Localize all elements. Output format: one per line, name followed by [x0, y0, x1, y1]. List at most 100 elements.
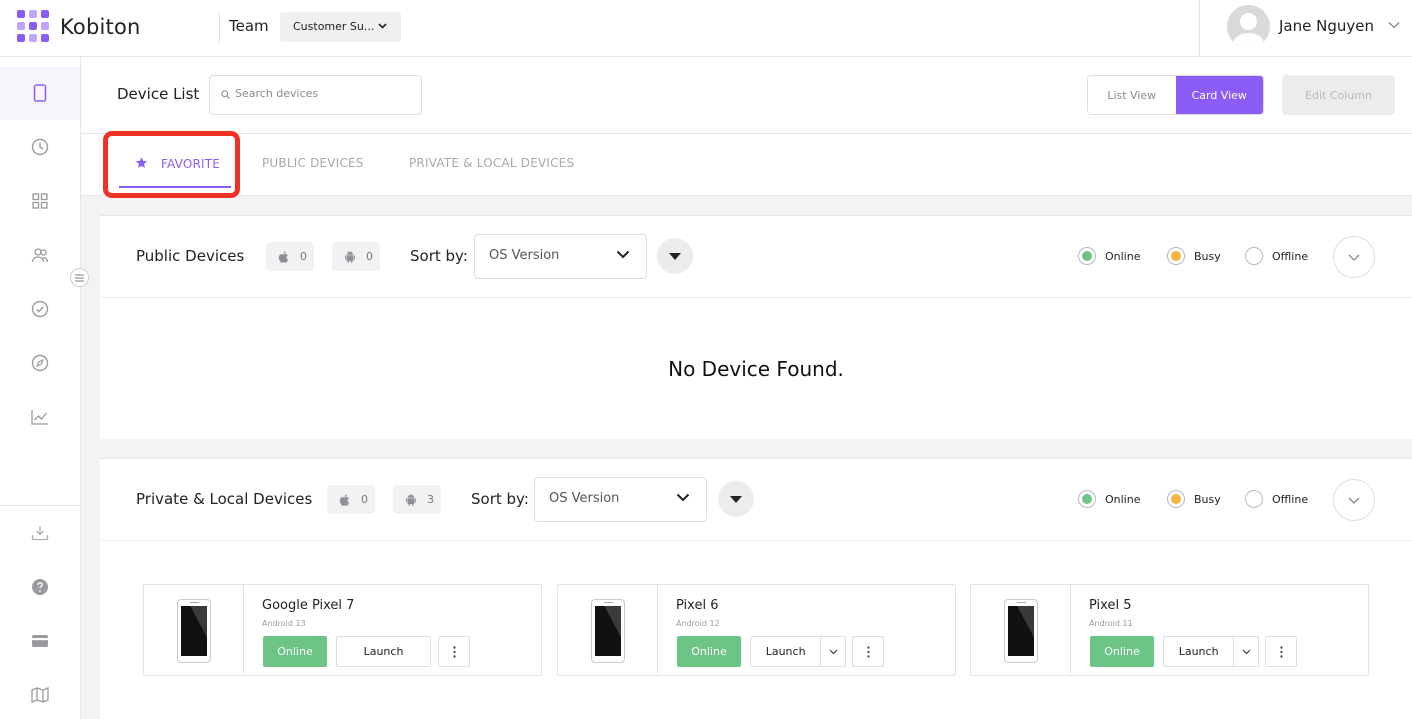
search-box[interactable] — [209, 75, 422, 115]
status-badge: Online — [677, 636, 741, 667]
launch-button[interactable]: Launch — [336, 636, 431, 667]
apple-icon — [339, 493, 350, 506]
tab-private-local-devices[interactable]: PRIVATE & LOCAL DEVICES — [409, 156, 574, 170]
ios-count-chip: 0 — [266, 242, 314, 271]
sidebar-item-devices[interactable] — [0, 66, 80, 120]
sort-label: Sort by: — [410, 247, 468, 265]
launch-dropdown[interactable] — [820, 637, 845, 666]
more-options-button[interactable] — [1265, 636, 1297, 667]
team-label: Team — [229, 17, 269, 35]
sidebar-item-apps[interactable] — [0, 174, 80, 228]
chevron-down-icon[interactable] — [1388, 21, 1400, 29]
launch-button[interactable]: Launch — [1163, 636, 1259, 667]
device-thumbnail — [971, 585, 1071, 675]
card-view-button[interactable]: Card View — [1175, 76, 1263, 114]
search-input[interactable] — [235, 87, 415, 100]
top-bar: Kobiton Team Customer Su... Jane Nguyen — [0, 0, 1412, 57]
sidebar — [0, 57, 81, 719]
sort-value: OS Version — [489, 248, 560, 263]
device-name: Google Pixel 7 — [262, 598, 355, 613]
device-list-toolbar: Device List List View Card View Edit Col… — [81, 57, 1412, 134]
device-name: Pixel 6 — [676, 598, 719, 613]
star-icon — [135, 157, 148, 168]
sort-label: Sort by: — [471, 490, 529, 508]
sidebar-item-team[interactable] — [0, 228, 80, 282]
analytics-icon — [31, 410, 48, 425]
launch-dropdown[interactable] — [1233, 637, 1258, 666]
search-icon — [221, 90, 230, 99]
sidebar-item-billing[interactable] — [0, 614, 80, 668]
help-icon — [32, 579, 48, 595]
app-name: Kobiton — [60, 14, 141, 39]
status-radio — [1167, 247, 1185, 265]
phone-icon — [591, 599, 625, 663]
user-name[interactable]: Jane Nguyen — [1279, 17, 1374, 35]
sort-direction-button[interactable] — [657, 238, 693, 274]
view-toggle: List View Card View — [1087, 75, 1264, 115]
status-radio — [1078, 247, 1096, 265]
chevron-down-icon — [378, 23, 387, 29]
status-filter-online[interactable]: Online — [1078, 247, 1140, 265]
status-label: Busy — [1194, 492, 1221, 506]
status-filter-offline[interactable]: Offline — [1245, 490, 1308, 508]
android-count: 0 — [366, 250, 373, 263]
ios-count: 0 — [300, 250, 307, 263]
divider — [1199, 0, 1200, 57]
sort-direction-button[interactable] — [718, 481, 754, 517]
launch-label: Launch — [363, 645, 404, 658]
status-filter-busy[interactable]: Busy — [1167, 490, 1221, 508]
phone-icon — [177, 599, 211, 663]
launch-label: Launch — [765, 645, 806, 658]
kobiton-logo-icon — [17, 10, 50, 43]
billing-icon — [32, 635, 48, 647]
download-icon — [31, 526, 49, 541]
sidebar-item-analytics[interactable] — [0, 390, 80, 444]
tab-public-devices[interactable]: PUBLIC DEVICES — [262, 156, 364, 170]
list-view-button[interactable]: List View — [1088, 76, 1176, 114]
device-card[interactable]: Pixel 5 Android 11 Online Launch — [970, 584, 1369, 676]
more-options-button[interactable] — [852, 636, 884, 667]
ios-count-chip: 0 — [327, 485, 375, 514]
sidebar-item-explore[interactable] — [0, 336, 80, 390]
panel-title: Private & Local Devices — [136, 490, 313, 508]
android-icon — [406, 493, 416, 506]
chevron-down-icon — [1348, 254, 1360, 261]
team-select[interactable]: Customer Su... — [280, 12, 401, 42]
android-count-chip: 0 — [332, 242, 380, 271]
device-card[interactable]: Google Pixel 7 Android 13 Online Launch — [143, 584, 542, 676]
status-label: Busy — [1194, 249, 1221, 263]
chevron-down-icon — [1242, 649, 1251, 654]
status-badge: Online — [263, 636, 327, 667]
device-card[interactable]: Pixel 6 Android 12 Online Launch — [557, 584, 956, 676]
device-os: Android 11 — [1089, 619, 1133, 628]
panel-header: Private & Local Devices 0 3 Sort by: OS … — [100, 459, 1412, 541]
public-devices-panel: Public Devices 0 0 Sort by: OS Version O… — [100, 215, 1412, 439]
edit-column-button[interactable]: Edit Column — [1282, 75, 1395, 115]
sidebar-item-download[interactable] — [0, 506, 80, 560]
panel-collapse-button[interactable] — [1333, 479, 1375, 521]
status-filter-offline[interactable]: Offline — [1245, 247, 1308, 265]
sidebar-item-tests[interactable] — [0, 282, 80, 336]
avatar[interactable] — [1227, 5, 1270, 48]
device-os: Android 12 — [676, 619, 720, 628]
launch-button[interactable]: Launch — [750, 636, 846, 667]
sidebar-item-history[interactable] — [0, 120, 80, 174]
divider — [219, 13, 220, 43]
status-radio — [1245, 247, 1263, 265]
panel-collapse-button[interactable] — [1333, 236, 1375, 278]
ios-count: 0 — [361, 493, 368, 506]
launch-label: Launch — [1178, 645, 1219, 658]
more-options-button[interactable] — [438, 636, 470, 667]
sort-select[interactable]: OS Version — [474, 234, 647, 279]
status-filter-busy[interactable]: Busy — [1167, 247, 1221, 265]
kobiton-logo[interactable]: Kobiton — [17, 10, 141, 43]
status-radio — [1245, 490, 1263, 508]
tab-favorite[interactable]: FAVORITE — [112, 134, 238, 194]
status-filter-online[interactable]: Online — [1078, 490, 1140, 508]
sidebar-item-map[interactable] — [0, 668, 80, 719]
menu-icon — [75, 273, 84, 282]
sort-select[interactable]: OS Version — [534, 477, 707, 522]
device-os: Android 13 — [262, 619, 306, 628]
sidebar-item-help[interactable] — [0, 560, 80, 614]
sidebar-collapse-button[interactable] — [70, 268, 89, 287]
